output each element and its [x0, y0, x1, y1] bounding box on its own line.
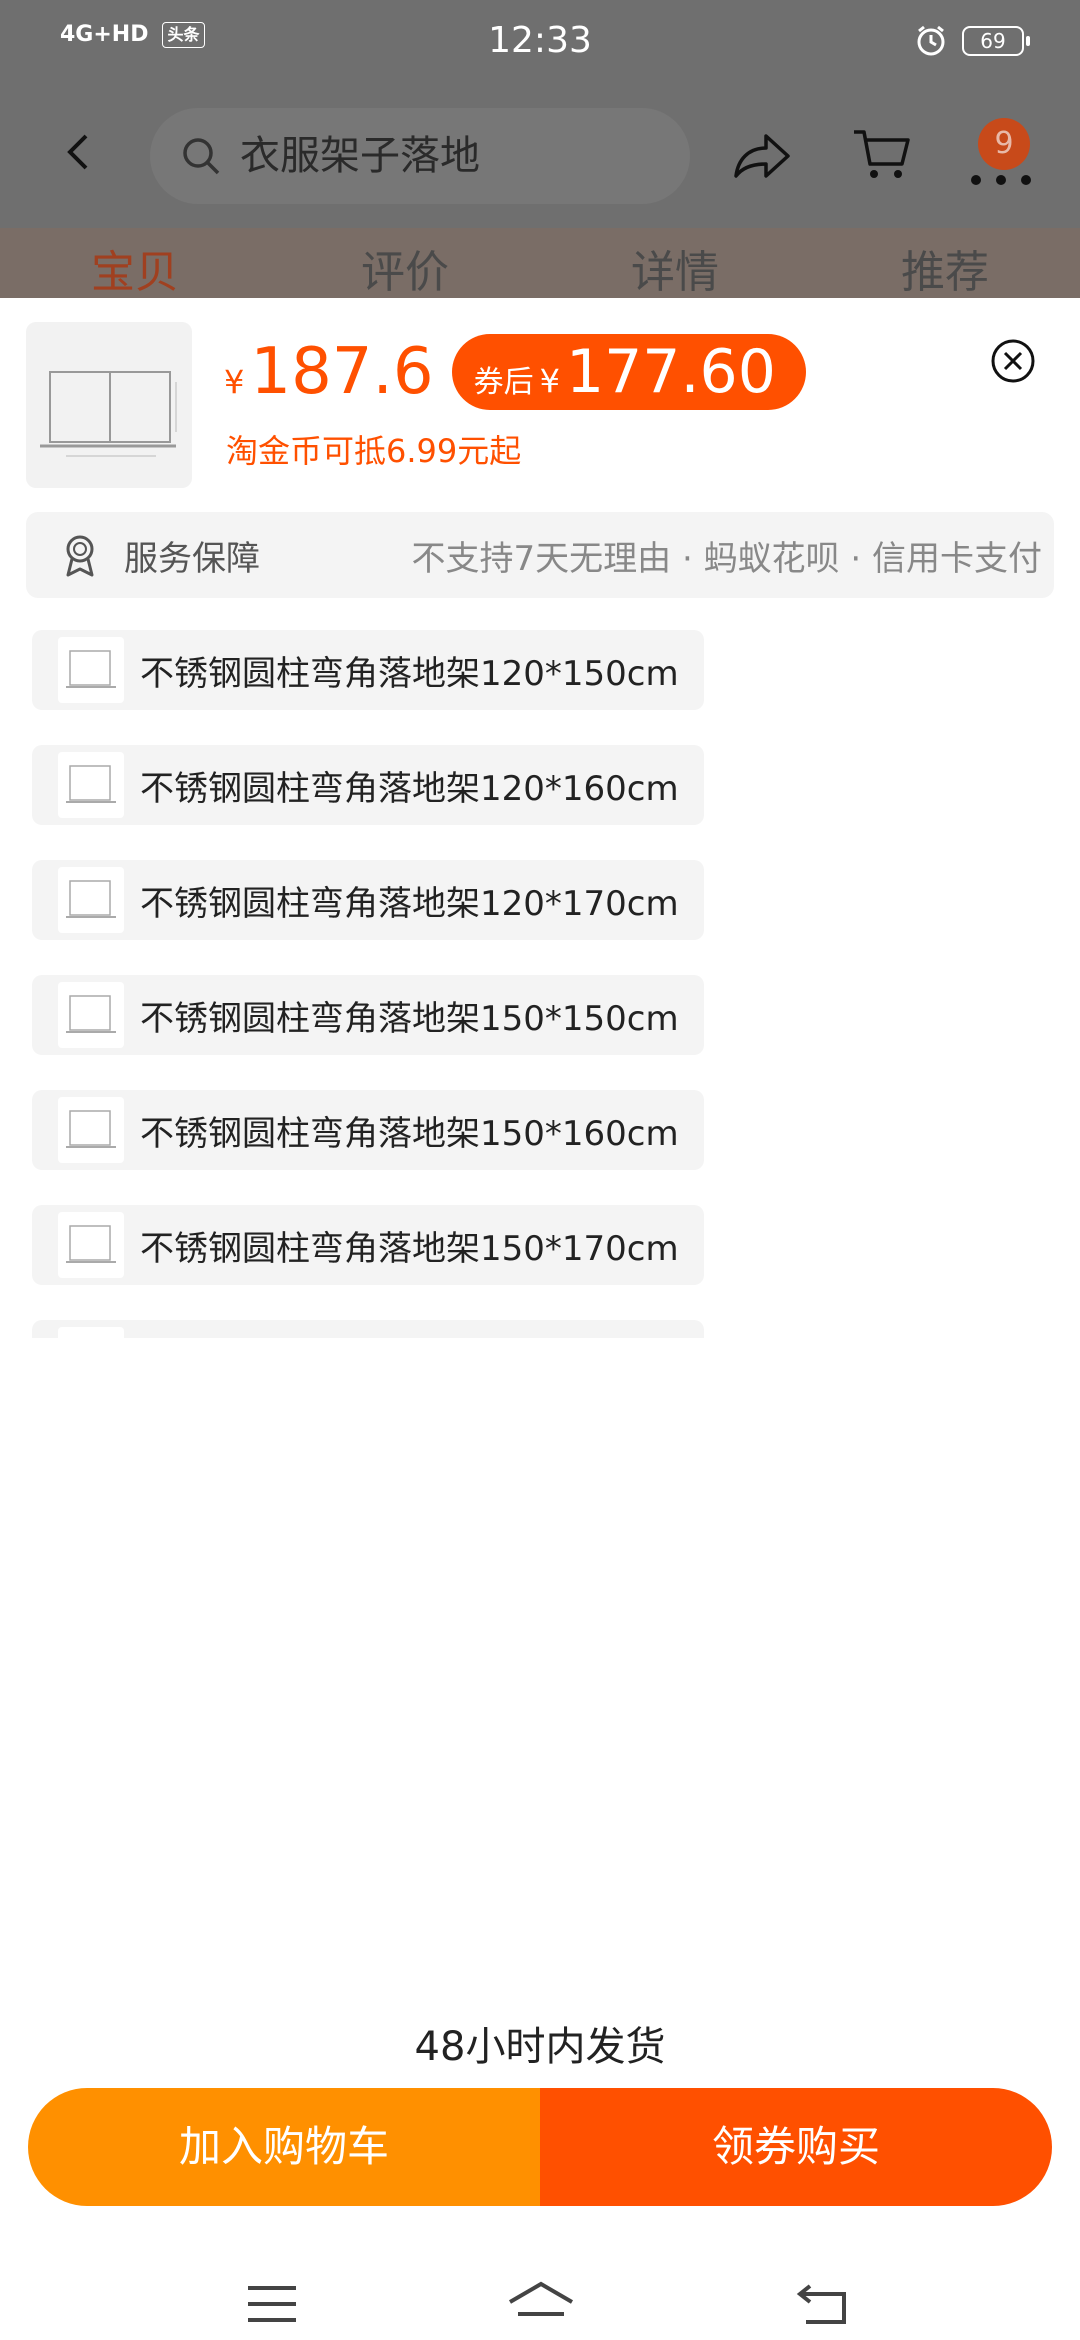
sku-option[interactable]: 不锈钢圆柱弯角落地架120*150cm: [32, 630, 704, 710]
sku-label: 不锈钢圆柱弯角落地架120*160cm: [140, 768, 679, 809]
home-icon[interactable]: [506, 2280, 576, 2328]
sku-selector-sheet: ¥187.6 券后 ¥ 177.60 淘金币可抵6.99元起 服务保障 不支持7…: [0, 298, 1080, 2340]
coupon-price: 177.60: [565, 337, 776, 407]
sku-label: 不锈钢圆柱弯角落地架120*150cm: [140, 653, 679, 694]
sku-option[interactable]: 不锈钢圆柱弯角落地架150*160cm: [32, 1090, 704, 1170]
taojinbi-discount: 淘金币可抵6.99元起: [226, 432, 522, 470]
tab-details[interactable]: 详情: [540, 228, 810, 300]
sku-label: 不锈钢圆柱弯角落地架150*150cm: [140, 998, 679, 1039]
tab-reviews[interactable]: 评价: [270, 228, 540, 300]
cart-icon[interactable]: [852, 126, 912, 182]
sku-option[interactable]: 不锈钢圆柱弯角落地架150*170cm: [32, 1205, 704, 1285]
more-icon: [971, 175, 1031, 185]
sku-thumbnail: [58, 982, 124, 1048]
screen: 4G+HD 头条 12:33 69 衣服架子落地 9 宝贝 评价 详情 推荐 ¥…: [0, 0, 1080, 2340]
sku-thumbnail: [58, 752, 124, 818]
system-nav-bar: [0, 2258, 1080, 2340]
sku-thumbnail: [58, 867, 124, 933]
sku-thumbnail: [58, 1327, 124, 1338]
service-title: 服务保障: [124, 538, 260, 579]
cart-count-badge: 9: [978, 118, 1030, 170]
sku-thumbnail: [58, 637, 124, 703]
tab-recommend[interactable]: 推荐: [810, 228, 1080, 300]
sku-option[interactable]: 不锈钢圆柱弯角落地架120*160cm: [32, 745, 704, 825]
product-thumbnail[interactable]: [26, 322, 192, 488]
sku-option[interactable]: 不锈钢圆柱弯角落地架150*150cm: [32, 975, 704, 1055]
sku-label: 不锈钢圆柱弯角落地架150*160cm: [140, 1113, 679, 1154]
page-tabs: 宝贝 评价 详情 推荐: [0, 228, 1080, 300]
coupon-label: 券后: [473, 365, 534, 400]
service-guarantee[interactable]: 服务保障 不支持7天无理由 · 蚂蚁花呗 · 信用卡支付: [26, 512, 1054, 598]
back-icon[interactable]: [56, 128, 104, 176]
search-bar[interactable]: [150, 108, 690, 204]
alarm-icon: [917, 25, 945, 56]
close-icon[interactable]: [990, 338, 1036, 384]
sku-options-list[interactable]: 不锈钢圆柱弯角落地架120*150cm 不锈钢圆柱弯角落地架120*160cm 不锈…: [0, 630, 1080, 1338]
more-button[interactable]: 9: [966, 118, 1036, 188]
return-icon[interactable]: [796, 2280, 852, 2328]
rack-image: [40, 371, 177, 457]
menu-icon[interactable]: [244, 2280, 300, 2328]
sku-thumbnail: [58, 1097, 124, 1163]
action-buttons: 加入购物车 领券购买: [28, 2088, 1052, 2206]
sku-label: 不锈钢圆柱弯角落地架150*170cm: [140, 1228, 679, 1269]
sku-label: 不锈钢圆柱弯角落地架120*170cm: [140, 883, 679, 924]
buy-with-coupon-button[interactable]: 领券购买: [540, 2088, 1052, 2206]
share-icon[interactable]: [732, 130, 792, 182]
sku-option[interactable]: 不锈钢圆柱弯角落地架120*170cm: [32, 860, 704, 940]
add-to-cart-button[interactable]: 加入购物车: [28, 2088, 540, 2206]
price: ¥187.6: [224, 335, 434, 409]
status-right: 69: [914, 24, 1030, 58]
coupon-currency: ¥: [539, 362, 560, 400]
top-nav: 9: [0, 84, 1080, 228]
dimmed-background[interactable]: 4G+HD 头条 12:33 69 衣服架子落地 9 宝贝 评价 详情 推荐: [0, 0, 1080, 300]
service-badge-icon: [66, 535, 94, 577]
currency-symbol: ¥: [224, 363, 245, 401]
sku-option[interactable]: 不锈钢圆柱弯角落地架180*150cm: [32, 1320, 704, 1338]
sku-label: 不锈钢圆柱弯角落地架180*150cm: [140, 1336, 679, 1339]
shipping-note: 48小时内发货: [414, 2024, 666, 2070]
battery-indicator: 69: [962, 26, 1030, 56]
price-row: ¥187.6 券后 ¥ 177.60: [224, 332, 806, 412]
search-icon: [183, 138, 220, 175]
search-input[interactable]: [240, 133, 680, 179]
status-bar: 4G+HD 头条 12:33 69: [0, 0, 1080, 84]
service-description: 不支持7天无理由 · 蚂蚁花呗 · 信用卡支付: [411, 538, 1042, 579]
coupon-price-badge: 券后 ¥ 177.60: [451, 334, 806, 410]
price-value: 187.6: [250, 335, 434, 409]
tab-baobei[interactable]: 宝贝: [0, 228, 270, 300]
sku-thumbnail: [58, 1212, 124, 1278]
